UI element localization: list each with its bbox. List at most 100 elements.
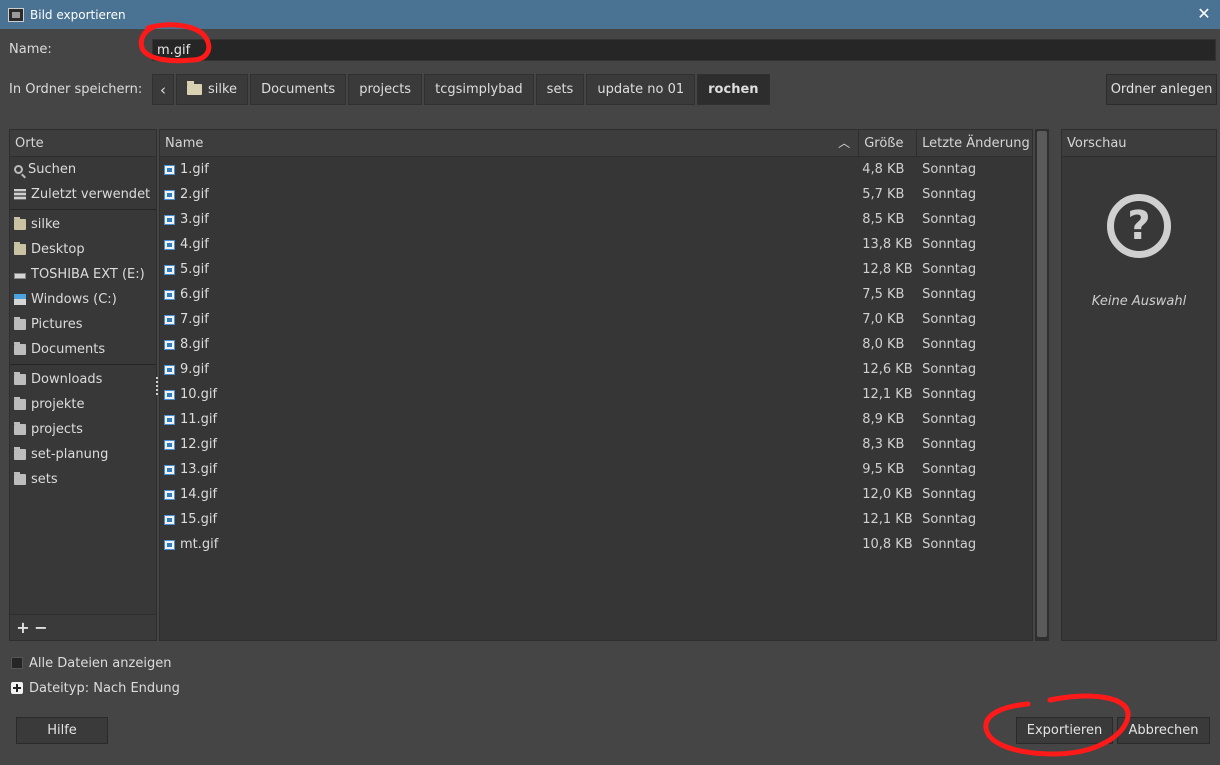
place-item-zuletzt-verwendet[interactable]: Zuletzt verwendet [10,182,156,207]
table-row[interactable]: 15.gif 12,1 KB Sonntag [160,507,1032,532]
file-name: 7.gif [180,312,209,327]
file-date: Sonntag [922,212,977,227]
table-row[interactable]: 9.gif 12,6 KB Sonntag [160,357,1032,382]
place-item-pictures[interactable]: Pictures [10,312,156,337]
sort-ascending-icon: ︿ [838,136,851,150]
file-date: Sonntag [922,462,977,477]
table-row[interactable]: 8.gif 8,0 KB Sonntag [160,332,1032,357]
app-icon [8,7,24,22]
table-row[interactable]: 7.gif 7,0 KB Sonntag [160,307,1032,332]
file-date: Sonntag [922,487,977,502]
breadcrumb-rochen[interactable]: rochen [697,74,770,105]
place-item-sets[interactable]: sets [10,467,156,492]
file-date: Sonntag [922,262,977,277]
place-label: Desktop [31,242,85,257]
file-date: Sonntag [922,412,977,427]
file-size: 8,9 KB [862,412,905,427]
pane-resize-handle[interactable] [156,377,158,397]
breadcrumb-label: tcgsimplybad [435,82,523,97]
place-item-documents[interactable]: Documents [10,337,156,362]
table-row[interactable]: 1.gif 4,8 KB Sonntag [160,157,1032,182]
table-row[interactable]: 13.gif 9,5 KB Sonntag [160,457,1032,482]
table-row[interactable]: 2.gif 5,7 KB Sonntag [160,182,1032,207]
folder-icon [14,447,26,460]
file-size: 5,7 KB [862,187,905,202]
breadcrumb-update-no-01[interactable]: update no 01 [586,74,696,105]
help-button[interactable]: Hilfe [16,717,108,744]
filetype-expander[interactable]: Dateityp: Nach Endung [11,678,180,698]
image-file-icon [164,414,175,425]
add-bookmark-button[interactable]: + [14,618,32,637]
name-row: Name: [0,36,1220,64]
breadcrumb-sets[interactable]: sets [535,74,585,105]
image-file-icon [164,314,175,325]
place-item-set-planung[interactable]: set-planung [10,442,156,467]
scrollbar-thumb[interactable] [1037,131,1047,637]
column-header-size[interactable]: Größe [859,130,918,157]
file-date: Sonntag [922,437,977,452]
image-file-icon [164,364,175,375]
breadcrumb-back-button[interactable]: ‹ [152,74,174,105]
expand-plus-icon[interactable] [11,682,23,694]
breadcrumb-tcgsimplybad[interactable]: tcgsimplybad [424,74,534,105]
checkbox-box[interactable] [11,657,23,669]
places-header[interactable]: Orte [10,130,156,157]
column-header-name[interactable]: Name ︿ [160,130,860,157]
table-row[interactable]: mt.gif 10,8 KB Sonntag [160,532,1032,557]
place-item-windows[interactable]: Windows (C:) [10,287,156,312]
name-label: Name: [9,42,52,57]
export-button[interactable]: Exportieren [1016,717,1113,744]
place-item-projekte[interactable]: projekte [10,392,156,417]
table-row[interactable]: 11.gif 8,9 KB Sonntag [160,407,1032,432]
file-size: 12,6 KB [862,362,913,377]
breadcrumb-label: projects [359,82,412,97]
table-row[interactable]: 4.gif 13,8 KB Sonntag [160,232,1032,257]
place-label: Documents [31,342,106,357]
place-item-projects[interactable]: projects [10,417,156,442]
place-item-suchen[interactable]: Suchen [10,157,156,182]
column-header-date[interactable]: Letzte Änderung [917,130,1032,157]
filename-input[interactable] [152,39,1216,61]
question-mark-icon: ? [1107,194,1171,258]
chevron-left-icon: ‹ [160,80,166,99]
file-size: 8,3 KB [862,437,905,452]
breadcrumb-silke[interactable]: silke [176,74,249,105]
file-name: 13.gif [180,462,218,477]
close-icon[interactable]: ✕ [1194,4,1214,24]
table-row[interactable]: 14.gif 12,0 KB Sonntag [160,482,1032,507]
file-list-scrollbar[interactable] [1035,129,1049,641]
file-size: 10,8 KB [862,537,913,552]
place-item-silke[interactable]: silke [10,212,156,237]
place-label: projekte [31,397,85,412]
breadcrumb-label: rochen [708,82,759,97]
file-name: 6.gif [180,287,209,302]
title-bar: Bild exportieren ✕ [0,0,1220,29]
image-file-icon [164,264,175,275]
file-size: 7,0 KB [862,312,905,327]
place-item-desktop[interactable]: Desktop [10,237,156,262]
breadcrumb-projects[interactable]: projects [348,74,423,105]
place-label: set-planung [31,447,109,462]
table-row[interactable]: 12.gif 8,3 KB Sonntag [160,432,1032,457]
image-file-icon [164,439,175,450]
folder-icon [14,317,26,330]
remove-bookmark-button[interactable]: − [32,618,50,637]
file-name: 8.gif [180,337,209,352]
breadcrumb-documents[interactable]: Documents [250,74,347,105]
place-label: sets [31,472,58,487]
place-label: Suchen [28,162,77,177]
folder-icon [14,472,26,485]
create-folder-button[interactable]: Ordner anlegen [1106,74,1217,105]
file-name: mt.gif [180,537,219,552]
place-item-toshiba[interactable]: TOSHIBA EXT (E:) [10,262,156,287]
table-row[interactable]: 5.gif 12,8 KB Sonntag [160,257,1032,282]
show-all-files-checkbox[interactable]: Alle Dateien anzeigen [11,653,171,673]
file-date: Sonntag [922,287,977,302]
file-size: 8,0 KB [862,337,905,352]
table-row[interactable]: 6.gif 7,5 KB Sonntag [160,282,1032,307]
image-file-icon [164,289,175,300]
table-row[interactable]: 3.gif 8,5 KB Sonntag [160,207,1032,232]
place-item-downloads[interactable]: Downloads [10,367,156,392]
table-row[interactable]: 10.gif 12,1 KB Sonntag [160,382,1032,407]
cancel-button[interactable]: Abbrechen [1117,717,1210,744]
